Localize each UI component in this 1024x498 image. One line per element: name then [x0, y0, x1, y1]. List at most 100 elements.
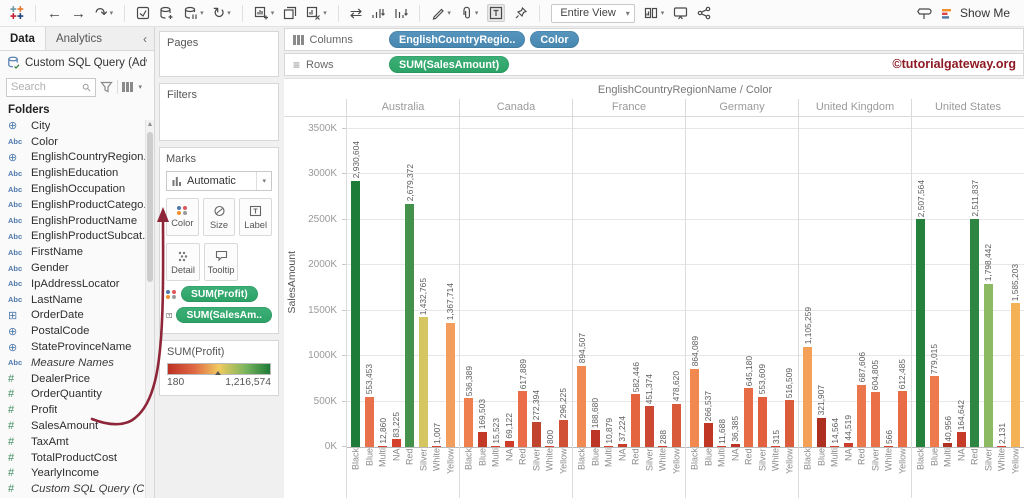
bar-united-states-black[interactable]: 2,507,564 [916, 180, 926, 447]
redo-icon[interactable]: → [71, 6, 86, 21]
bar-canada-red[interactable]: 617,889 [518, 359, 528, 447]
x-tick-label-na[interactable]: NA [729, 448, 742, 498]
bar-united-kingdom-white[interactable]: 566 [884, 430, 894, 447]
x-tick-label-silver[interactable]: Silver [643, 448, 656, 498]
bar-france-silver[interactable]: 451,374 [644, 374, 654, 447]
new-data-source-icon[interactable] [159, 6, 174, 21]
bar-france-na[interactable]: 37,224 [617, 416, 627, 447]
bar-united-kingdom-blue[interactable]: 321,907 [816, 385, 826, 447]
bar[interactable] [970, 218, 980, 447]
x-tick-label-na[interactable]: NA [955, 448, 968, 498]
x-tick-label-white[interactable]: White [656, 448, 669, 498]
x-tick-label-white[interactable]: White [430, 448, 443, 498]
bar-canada-na[interactable]: 69,122 [504, 413, 514, 447]
x-tick-label-red[interactable]: Red [516, 448, 529, 498]
size-button[interactable]: Size [202, 198, 236, 236]
pages-shelf[interactable]: Pages [159, 31, 279, 77]
x-tick-label-silver[interactable]: Silver [417, 448, 430, 498]
x-tick-label-silver[interactable]: Silver [756, 448, 769, 498]
bar-france-yellow[interactable]: 478,620 [671, 371, 681, 447]
field-item-salesamount[interactable]: # SalesAmount [0, 418, 154, 434]
field-item-dealerprice[interactable]: # DealerPrice [0, 371, 154, 387]
bar-australia-multi[interactable]: 12,860 [378, 418, 388, 447]
bar-germany-multi[interactable]: 11,688 [717, 419, 727, 447]
country-header-germany[interactable]: Germany [685, 99, 798, 116]
x-tick-label-blue[interactable]: Blue [928, 448, 941, 498]
x-tick-label-blue[interactable]: Blue [363, 448, 376, 498]
bar-france-blue[interactable]: 188,680 [590, 398, 600, 447]
bar[interactable] [405, 203, 415, 447]
pill-color[interactable]: Color [530, 31, 579, 48]
x-tick-label-white[interactable]: White [543, 448, 556, 498]
pill-sum-salesamount-label[interactable]: SUM(SalesAm.. [176, 307, 272, 323]
x-tick-label-multi[interactable]: Multi [602, 448, 615, 498]
bar-canada-blue[interactable]: 169,503 [477, 399, 487, 447]
detail-button[interactable]: Detail [166, 243, 200, 281]
field-item-color[interactable]: Abc Color [0, 134, 154, 150]
fix-axes-pin-icon[interactable] [514, 6, 528, 20]
bar[interactable] [929, 376, 939, 447]
field-item-englisheducation[interactable]: Abc EnglishEducation [0, 165, 154, 181]
columns-shelf[interactable]: Columns EnglishCountryRegio.. Color [284, 28, 1024, 51]
x-tick-label-multi[interactable]: Multi [828, 448, 841, 498]
bar[interactable] [983, 283, 993, 447]
label-button[interactable]: Label [239, 198, 273, 236]
fit-mode-select[interactable]: Entire View ▾ [551, 3, 635, 23]
bar[interactable] [477, 431, 487, 447]
bar[interactable] [418, 316, 428, 447]
x-tick-label-red[interactable]: Red [968, 448, 981, 498]
share-icon[interactable] [697, 6, 711, 20]
x-tick-label-silver[interactable]: Silver [869, 448, 882, 498]
clear-sheet-icon[interactable]: ▾ [306, 6, 327, 21]
x-tick-label-yellow[interactable]: Yellow [896, 448, 909, 498]
bar[interactable] [757, 396, 767, 447]
new-worksheet-icon[interactable]: ▾ [254, 6, 274, 21]
field-item-postalcode[interactable]: ⊕ PostalCode [0, 323, 154, 339]
bar[interactable] [590, 429, 600, 447]
group-paperclip-icon[interactable]: ▾ [460, 6, 478, 21]
tooltip-button[interactable]: Tooltip [204, 243, 238, 281]
x-tick-label-multi[interactable]: Multi [941, 448, 954, 498]
field-item-englishcountryregion-[interactable]: ⊕ EnglishCountryRegion... [0, 150, 154, 166]
bar-united-kingdom-na[interactable]: 44,519 [843, 415, 853, 447]
bar-australia-white[interactable]: 1,007 [432, 423, 442, 447]
plot-area[interactable]: 2,930,604 553,453 12,860 83,225 2,679,372 1,4… [346, 117, 1024, 498]
bar-united-kingdom-yellow[interactable]: 612,485 [897, 359, 907, 447]
bar-france-white[interactable]: 288 [658, 430, 668, 447]
view-as-columns-icon[interactable] [122, 82, 133, 92]
bar-united-states-na[interactable]: 164,642 [956, 400, 966, 447]
bar[interactable] [445, 322, 455, 447]
x-tick-label-black[interactable]: Black [462, 448, 475, 498]
x-tick-label-multi[interactable]: Multi [715, 448, 728, 498]
x-tick-label-multi[interactable]: Multi [376, 448, 389, 498]
x-tick-label-red[interactable]: Red [629, 448, 642, 498]
y-axis[interactable]: SalesAmount 0K 500K 1000K 1500K 2000K 2500K 30… [284, 117, 346, 452]
bar-germany-white[interactable]: 315 [771, 430, 781, 447]
bar-australia-red[interactable]: 2,679,372 [405, 164, 415, 447]
field-item-profit[interactable]: # Profit [0, 402, 154, 418]
field-item-englishproductname[interactable]: Abc EnglishProductName [0, 213, 154, 229]
bar[interactable] [870, 392, 880, 447]
bar-united-states-multi[interactable]: 40,956 [943, 416, 953, 447]
x-tick-label-na[interactable]: NA [616, 448, 629, 498]
bar-united-states-white[interactable]: 2,131 [997, 423, 1007, 447]
chevron-down-icon[interactable]: ▾ [139, 83, 143, 91]
x-tick-label-silver[interactable]: Silver [530, 448, 543, 498]
filter-funnel-icon[interactable] [100, 81, 113, 93]
bar[interactable] [916, 219, 926, 447]
country-header-france[interactable]: France [572, 99, 685, 116]
bar-france-black[interactable]: 894,507 [577, 333, 587, 447]
field-item-englishproductcatego-[interactable]: Abc EnglishProductCatego... [0, 197, 154, 213]
x-tick-label-white[interactable]: White [769, 448, 782, 498]
field-item-lastname[interactable]: Abc LastName [0, 292, 154, 308]
field-item-stateprovincename[interactable]: ⊕ StateProvinceName [0, 339, 154, 355]
bar-australia-blue[interactable]: 553,453 [364, 364, 374, 447]
bar-canada-silver[interactable]: 272,394 [531, 390, 541, 447]
bar-australia-yellow[interactable]: 1,367,714 [445, 283, 455, 447]
field-item-orderdate[interactable]: ⊞ OrderDate [0, 308, 154, 324]
x-tick-label-black[interactable]: Black [575, 448, 588, 498]
bar-canada-multi[interactable]: 15,523 [491, 418, 501, 447]
bar[interactable] [364, 396, 374, 447]
x-tick-label-blue[interactable]: Blue [702, 448, 715, 498]
presentation-mode-icon[interactable] [673, 6, 688, 20]
